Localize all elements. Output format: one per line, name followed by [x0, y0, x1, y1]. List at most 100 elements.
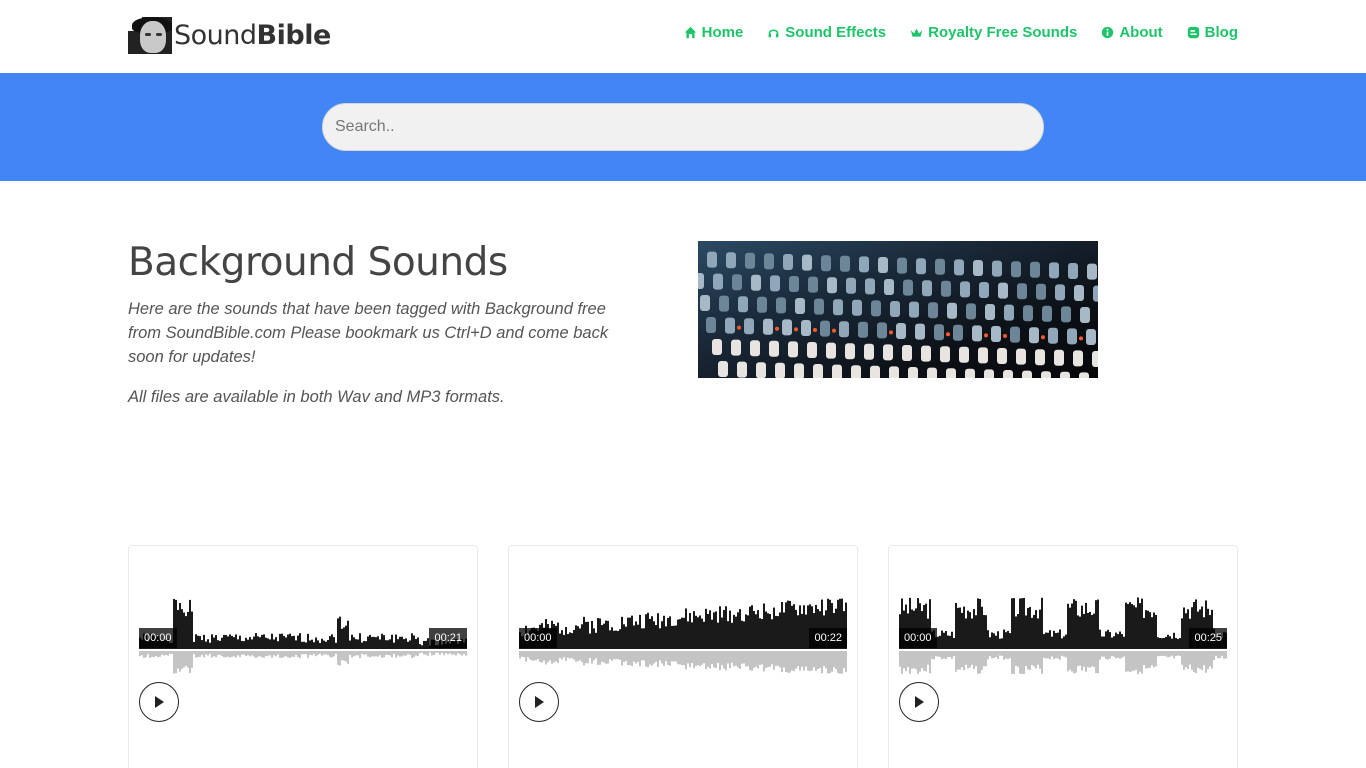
nav-home[interactable]: Home [684, 24, 743, 41]
waveform-reflection [671, 651, 673, 662]
waveform-reflection [795, 651, 797, 669]
waveform-reflection [171, 651, 173, 654]
waveform-reflection [145, 651, 147, 658]
waveform-reflection [307, 651, 309, 658]
waveform-peak [363, 640, 365, 649]
waveform-reflection [249, 651, 251, 657]
waveform-peak [217, 640, 219, 649]
play-button[interactable] [519, 682, 559, 722]
waveform-peak [595, 632, 597, 649]
waveform-peak [1171, 638, 1173, 649]
waveform-peak [711, 619, 713, 649]
waveform-reflection [631, 651, 633, 667]
waveform-reflection [657, 651, 659, 668]
waveform-reflection [945, 651, 947, 660]
waveform-peak [347, 620, 349, 649]
mixer-knob [832, 364, 842, 378]
waveform[interactable] [519, 586, 847, 676]
nav-royalty-free-sounds[interactable]: Royalty Free Sounds [910, 24, 1077, 41]
waveform-reflection [823, 651, 825, 667]
mixer-knob [846, 277, 856, 294]
waveform-reflection [679, 651, 681, 665]
mixer-knob [1036, 283, 1046, 300]
waveform-reflection [987, 651, 989, 660]
waveform-peak [279, 633, 281, 649]
waveform-reflection [375, 651, 377, 657]
waveform-peak [337, 618, 339, 649]
waveform-peak [779, 612, 781, 649]
search-input[interactable] [322, 103, 1044, 151]
waveform-peak [781, 601, 783, 649]
waveform-reflection [579, 651, 581, 661]
waveform-reflection [183, 651, 185, 668]
play-button[interactable] [139, 682, 179, 722]
waveform-reflection [1077, 651, 1079, 667]
mixer-knob [915, 323, 925, 340]
mixer-led [794, 327, 798, 332]
waveform-peak [231, 635, 233, 649]
nav-blog[interactable]: Blog [1187, 24, 1238, 41]
waveform-peak [991, 632, 993, 649]
waveform-peak [801, 613, 803, 649]
waveform-reflection [821, 651, 823, 674]
waveform-reflection [921, 651, 923, 669]
play-button[interactable] [899, 682, 939, 722]
mixer-knob [788, 341, 798, 358]
waveform-reflection [199, 651, 201, 657]
waveform-peak [207, 639, 209, 649]
waveform-reflection [293, 651, 295, 657]
nav-about[interactable]: About [1101, 24, 1163, 41]
nav-sound-effects[interactable]: Sound Effects [767, 24, 886, 41]
sound-card: 00:00 00:22 [508, 545, 858, 768]
waveform-reflection [985, 651, 987, 667]
waveform-reflection [295, 651, 297, 655]
waveform-peak [597, 618, 599, 649]
waveform-reflection [977, 651, 979, 674]
waveform-reflection [1205, 651, 1207, 673]
waveform-peak [1023, 597, 1025, 649]
mixer-knob [1030, 261, 1040, 278]
waveform-reflection [973, 651, 975, 669]
waveform-reflection [1079, 651, 1081, 666]
waveform-peak [661, 621, 663, 649]
mixer-knob [992, 260, 1002, 277]
mixer-knob [1041, 371, 1051, 378]
waveform-peak [235, 634, 237, 649]
mixer-knob [820, 320, 830, 337]
waveform-reflection [767, 651, 769, 668]
waveform-reflection [1193, 651, 1195, 673]
waveform-peak [1177, 638, 1179, 649]
waveform-reflection [229, 651, 231, 658]
waveform-reflection [235, 651, 237, 658]
waveform-reflection [555, 651, 557, 662]
waveform-peak [655, 625, 657, 649]
waveform-peak [943, 632, 945, 649]
mixer-knob [1080, 307, 1090, 323]
waveform-reflection [739, 651, 741, 669]
waveform-peak [737, 612, 739, 649]
waveform-peak [771, 619, 773, 649]
waveform[interactable] [899, 586, 1227, 676]
waveform-peak [615, 630, 617, 649]
waveform-reflection [711, 651, 713, 665]
mixer-knob [1079, 372, 1089, 378]
waveform-peak [229, 634, 231, 649]
waveform-reflection [525, 651, 527, 662]
waveform-peak [625, 626, 627, 649]
site-logo[interactable]: SoundBible [128, 16, 331, 54]
waveform-reflection [825, 651, 827, 669]
waveform-peak [331, 634, 333, 649]
waveform-peak [411, 633, 413, 649]
waveform-reflection [585, 651, 587, 664]
waveform-reflection [521, 651, 523, 657]
waveform-reflection [601, 651, 603, 662]
mixing-console-image [698, 241, 1098, 378]
waveform-peak [1069, 607, 1071, 649]
waveform-reflection [1093, 651, 1095, 667]
waveform-reflection [529, 651, 531, 660]
waveform[interactable] [139, 586, 467, 676]
mixer-led [832, 328, 836, 333]
waveform-peak [305, 642, 307, 649]
waveform-peak [255, 633, 257, 649]
waveform-peak [1123, 636, 1125, 649]
